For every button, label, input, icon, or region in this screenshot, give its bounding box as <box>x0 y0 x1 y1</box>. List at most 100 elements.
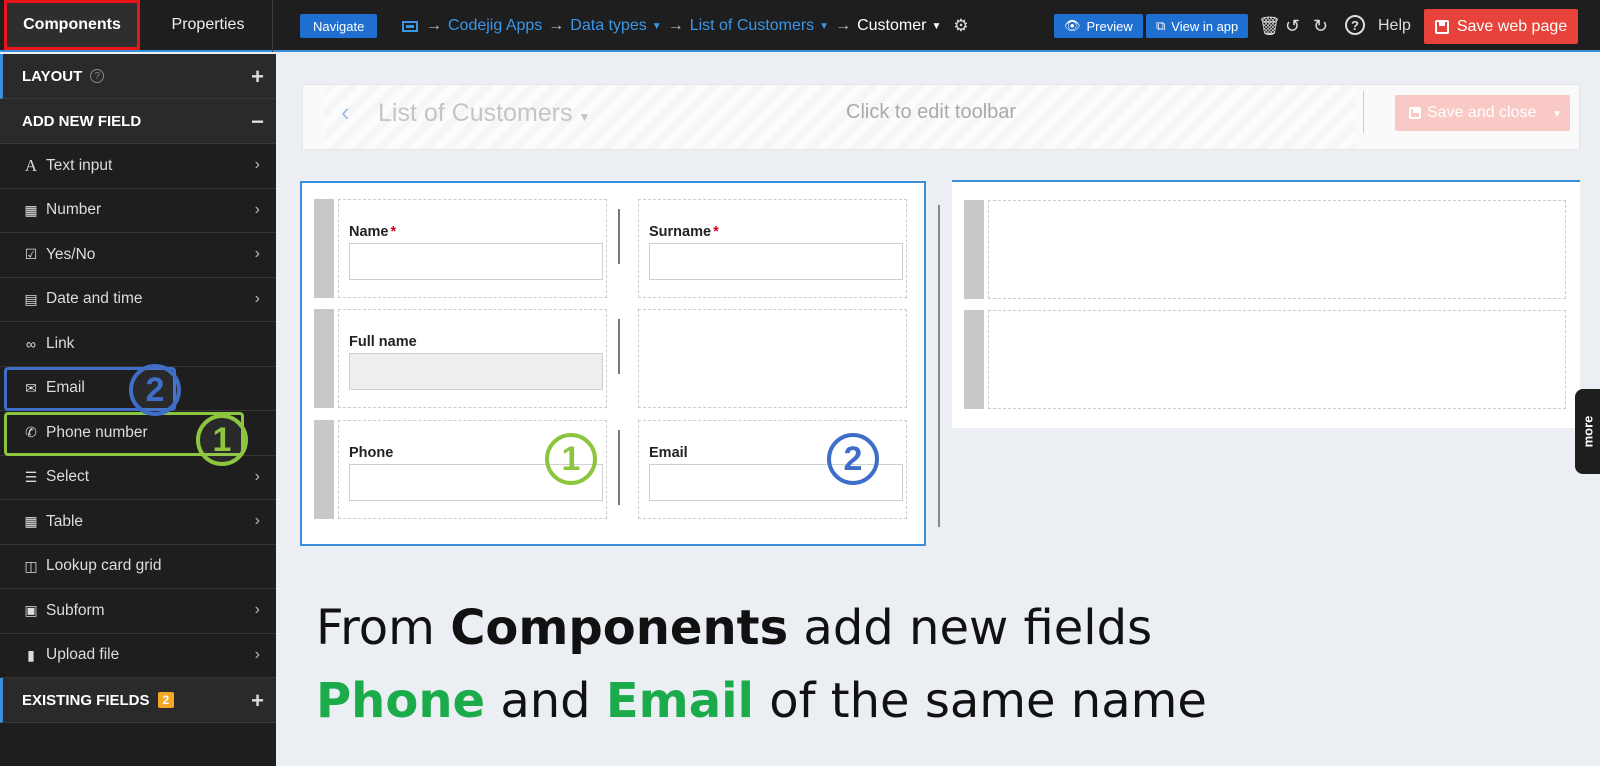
row-drag-handle[interactable] <box>964 200 984 299</box>
preview-button[interactable]: 👁 Preview <box>1054 14 1143 38</box>
app-window-icon[interactable] <box>402 20 418 32</box>
caret-down-icon[interactable]: ▼ <box>1552 109 1562 120</box>
chevron-right-icon: › <box>254 601 260 618</box>
caret-down-icon[interactable]: ▼ <box>819 21 829 32</box>
field-cell-full-name[interactable]: Full name <box>338 309 607 408</box>
caption-text: From <box>316 600 451 656</box>
question-icon[interactable]: ? <box>90 69 105 83</box>
more-label: more <box>1580 415 1596 448</box>
sidebar-item-upload-file[interactable]: ▮ Upload file › <box>0 634 276 678</box>
chevron-right-icon: › <box>254 289 260 307</box>
empty-field-cell[interactable] <box>988 200 1566 299</box>
sidebar-item-text-input[interactable]: A Text input › <box>0 144 276 189</box>
sidebar-item-label: Text input <box>46 156 113 174</box>
tab-components[interactable]: Components <box>4 0 140 50</box>
column-separator[interactable] <box>618 319 620 374</box>
chevron-right-icon: › <box>254 467 260 485</box>
caption-phone: Phone <box>316 673 486 729</box>
undo-icon[interactable]: ↺ <box>1285 14 1300 38</box>
field-cell-name[interactable]: Name * <box>338 199 607 298</box>
full-name-input <box>349 353 603 390</box>
breadcrumb-current[interactable]: Customer <box>857 17 926 35</box>
surname-input[interactable] <box>649 243 903 280</box>
sidebar-item-lookup-card-grid[interactable]: ◫ Lookup card grid <box>0 545 276 589</box>
tab-properties[interactable]: Properties <box>140 0 276 50</box>
section-add-new-field[interactable]: ADD NEW FIELD − <box>0 99 276 144</box>
marker-two-form: 2 <box>827 433 879 485</box>
arrow-right-icon: → <box>835 17 852 34</box>
sidebar-item-yes-no[interactable]: ☑ Yes/No › <box>0 233 276 278</box>
row-drag-handle[interactable] <box>314 420 334 519</box>
caption-line-1: From Components add new fields <box>316 592 1207 665</box>
external-link-icon: ⧉ <box>1156 18 1166 33</box>
help-icon[interactable]: ? <box>1345 15 1365 35</box>
field-label-surname: Surname * <box>649 224 719 240</box>
section-layout[interactable]: LAYOUT ? + <box>0 54 276 99</box>
section-existing-fields[interactable]: EXISTING FIELDS 2 + <box>0 678 276 723</box>
more-tab[interactable]: more <box>1575 389 1600 474</box>
sidebar-item-subform[interactable]: ▣ Subform › <box>0 589 276 634</box>
field-cell-surname[interactable]: Surname * <box>638 199 907 298</box>
save-and-close-label: Save and close <box>1427 104 1537 121</box>
sidebar-item-table[interactable]: ▦ Table › <box>0 500 276 545</box>
caret-down-icon[interactable]: ▼ <box>931 21 941 32</box>
chevron-right-icon: › <box>254 156 260 173</box>
help-link[interactable]: Help <box>1378 17 1411 35</box>
calendar-icon: ▤ <box>24 290 38 307</box>
column-separator[interactable] <box>618 430 620 505</box>
plus-icon[interactable]: + <box>251 688 264 714</box>
empty-field-cell[interactable] <box>638 309 907 408</box>
save-web-page-button[interactable]: Save web page <box>1424 9 1578 44</box>
row-drag-handle[interactable] <box>314 199 334 298</box>
gear-icon[interactable]: ⚙ <box>953 16 968 36</box>
divider <box>1363 91 1364 133</box>
caret-down-icon: ▼ <box>578 110 591 124</box>
row-drag-handle[interactable] <box>964 310 984 409</box>
toolbar-title[interactable]: List of Customers ▼ <box>378 99 590 128</box>
section-separator[interactable] <box>938 205 940 527</box>
field-label-full-name: Full name <box>349 334 417 350</box>
sidebar-item-number[interactable]: ▦ Number › <box>0 189 276 233</box>
field-label-email: Email <box>649 445 688 461</box>
empty-field-cell[interactable] <box>988 310 1566 409</box>
plus-icon[interactable]: + <box>251 64 264 90</box>
sidebar-item-label: Subform <box>46 601 105 619</box>
navigate-button[interactable]: Navigate <box>300 14 378 38</box>
sidebar-item-label: Table <box>46 512 84 530</box>
trash-icon[interactable]: 🗑 <box>1258 14 1281 38</box>
section-existing-fields-label: EXISTING FIELDS <box>22 691 150 709</box>
caret-down-icon[interactable]: ▼ <box>652 21 662 32</box>
redo-icon[interactable]: ↻ <box>1313 14 1328 38</box>
chevron-right-icon: › <box>254 245 260 262</box>
minus-icon[interactable]: − <box>251 109 264 135</box>
marker-one-form: 1 <box>545 433 597 485</box>
sidebar-item-label: Yes/No <box>46 245 96 263</box>
breadcrumb-list[interactable]: List of Customers <box>690 17 814 35</box>
view-in-app-button[interactable]: ⧉ View in app <box>1146 14 1249 38</box>
sidebar-item-label: Number <box>46 201 102 219</box>
chevron-left-icon[interactable]: ‹ <box>341 97 350 128</box>
caption-text: of the same name <box>754 673 1207 729</box>
form-section-right[interactable] <box>952 180 1580 428</box>
sidebar-item-date-time[interactable]: ▤ Date and time › <box>0 278 276 322</box>
caption-components: Components <box>450 600 789 656</box>
chevron-right-icon: › <box>254 512 260 529</box>
breadcrumb-apps[interactable]: Codejig Apps <box>448 17 542 35</box>
section-add-new-field-label: ADD NEW FIELD <box>22 112 142 130</box>
calculator-icon: ▦ <box>24 201 38 218</box>
card-icon: ◫ <box>24 557 38 574</box>
save-and-close-button[interactable]: Save and close ▼ <box>1395 95 1570 131</box>
name-input[interactable] <box>349 243 603 280</box>
toolbar-edit-hint[interactable]: Click to edit toolbar <box>846 101 1016 124</box>
row-drag-handle[interactable] <box>314 309 334 408</box>
sidebar-item-label: Link <box>46 334 75 352</box>
column-separator[interactable] <box>618 209 620 264</box>
sidebar-item-link[interactable]: ∞ Link <box>0 322 276 367</box>
caption-text: and <box>485 673 606 729</box>
form-section-left[interactable]: Name * Surname * Full name Phone Email <box>300 181 926 546</box>
subform-icon: ▣ <box>24 602 38 619</box>
breadcrumb-data-types[interactable]: Data types <box>570 17 646 35</box>
form-toolbar[interactable]: ‹ List of Customers ▼ Click to edit toolb… <box>302 84 1580 150</box>
view-in-app-label: View in app <box>1171 18 1239 34</box>
chevron-right-icon: › <box>254 200 260 218</box>
